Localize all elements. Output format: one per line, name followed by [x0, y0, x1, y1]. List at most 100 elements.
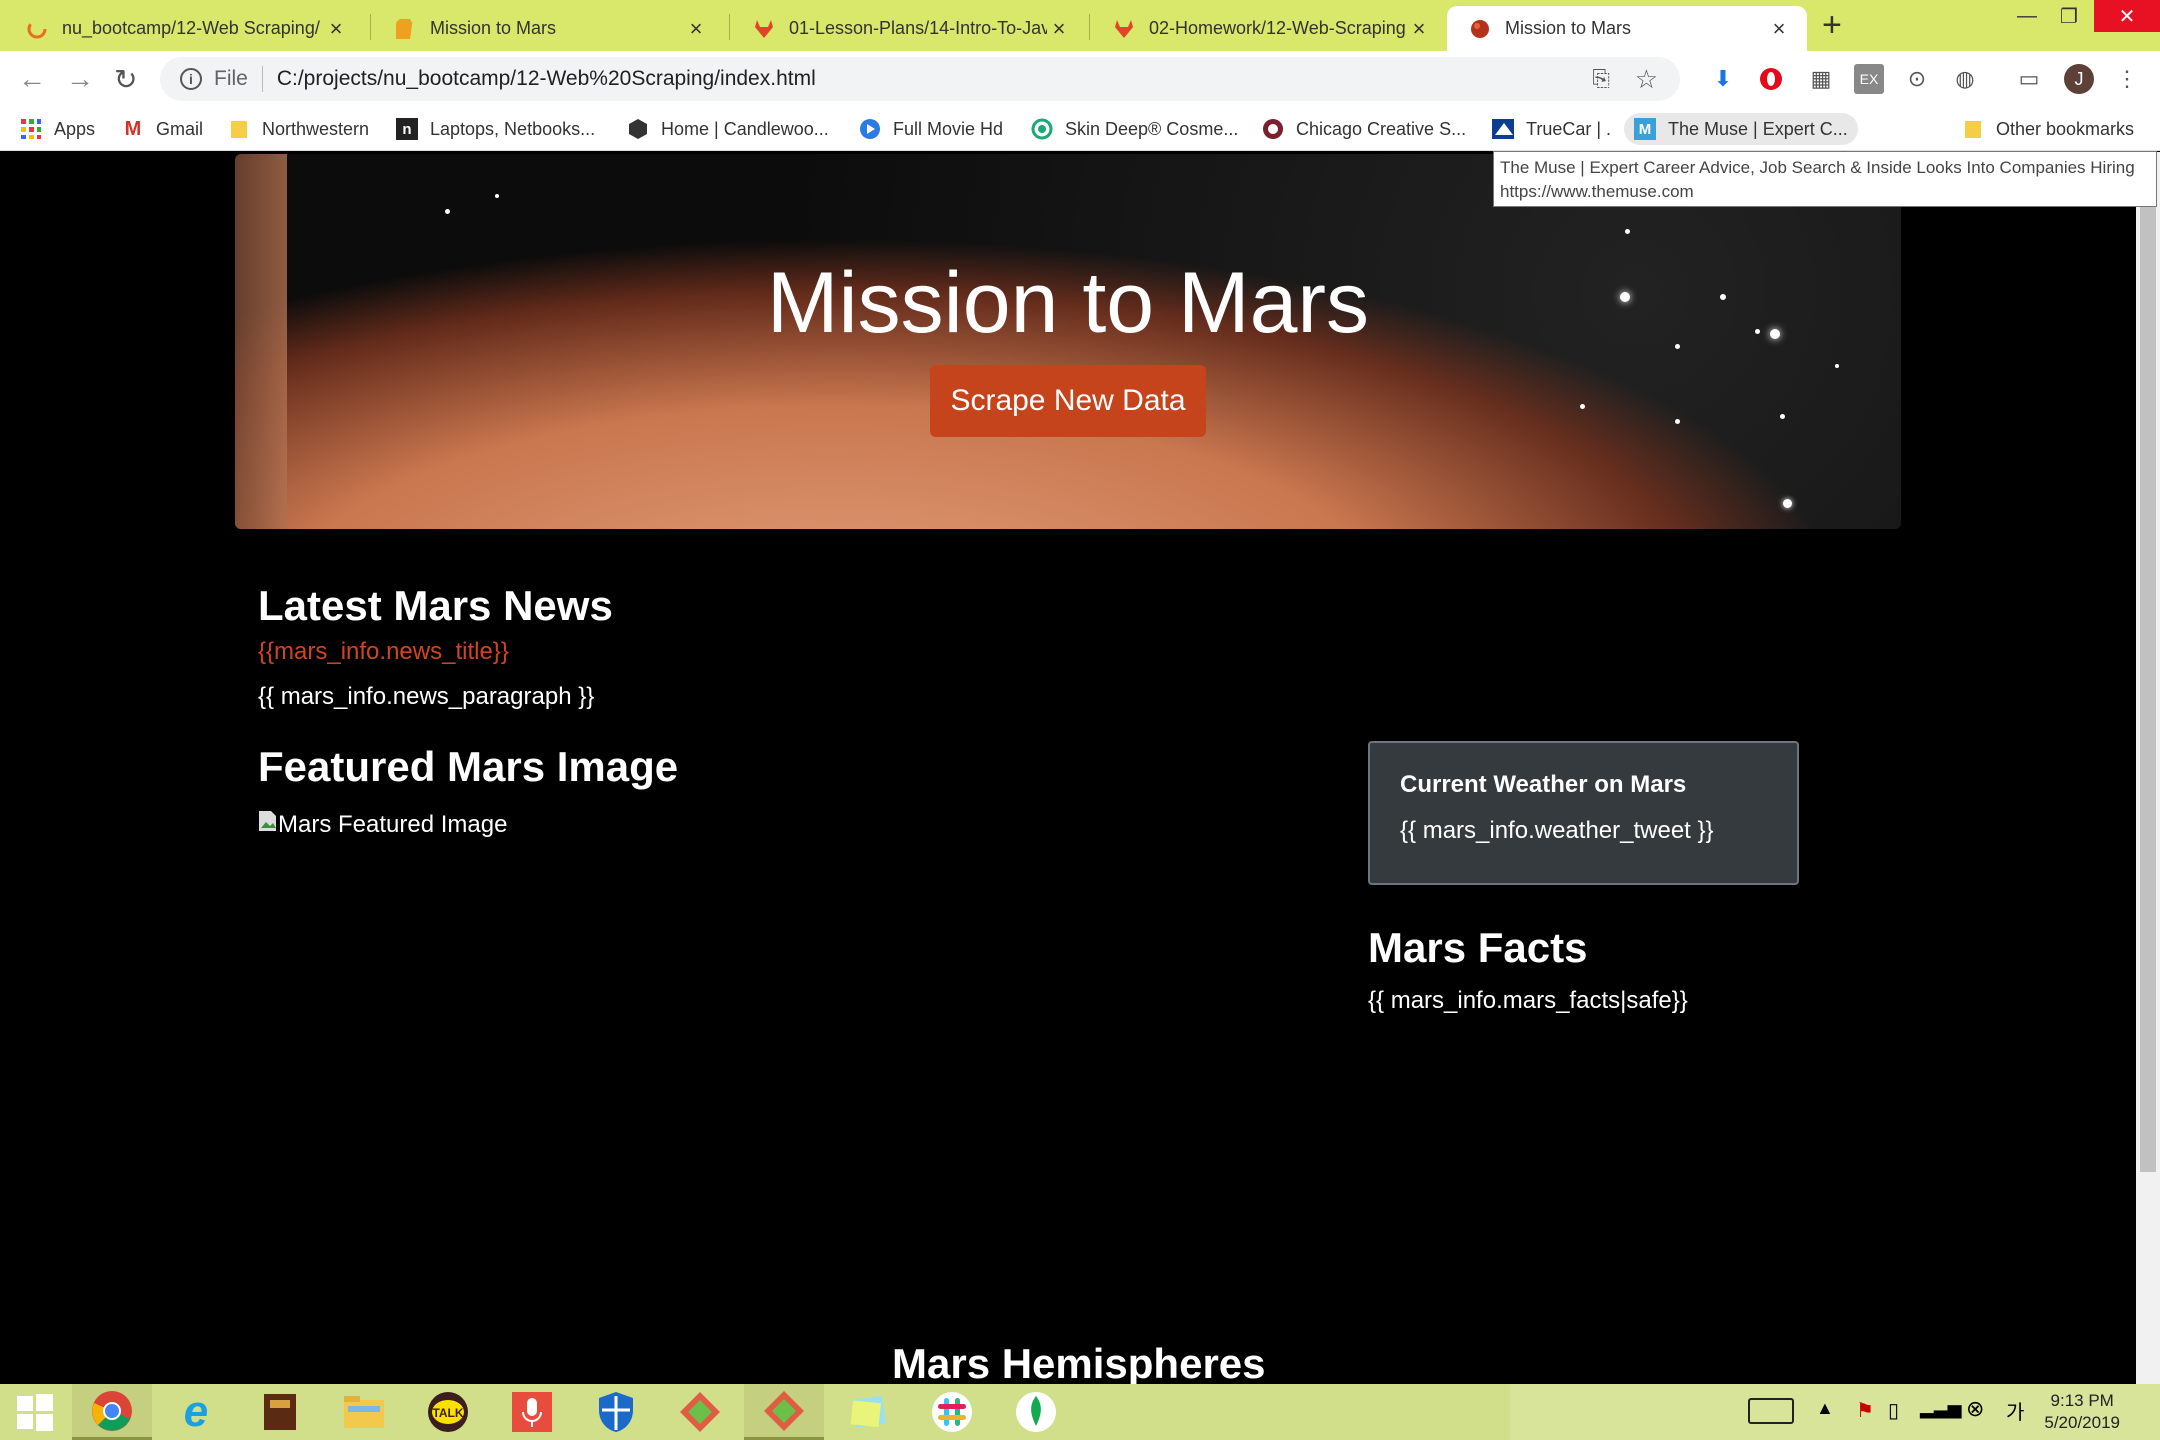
system-clock[interactable]: 9:13 PM 5/20/2019 [2044, 1390, 2120, 1434]
bookmark-apps[interactable]: Apps [20, 113, 95, 145]
tab-title: 02-Homework/12-Web-Scraping [1149, 18, 1406, 38]
page-scrollbar[interactable] [2136, 152, 2160, 1384]
muse-icon: M [1634, 118, 1656, 140]
chicago-icon [1262, 118, 1284, 140]
tooltip-url: https://www.themuse.com [1500, 182, 1694, 201]
bookmark-tooltip: The Muse | Expert Career Advice, Job Sea… [1493, 151, 2157, 207]
bookmark-skin-deep[interactable]: Skin Deep® Cosme... [1031, 113, 1238, 145]
weather-tweet: {{ mars_info.weather_tweet }} [1400, 817, 1714, 844]
battery-icon[interactable]: ▯ [1888, 1398, 1899, 1423]
volume-muted-icon[interactable]: ⊗ [1966, 1396, 1984, 1422]
tab-mission-to-mars-1[interactable]: Mission to Mars × [372, 6, 724, 51]
star [1835, 364, 1839, 368]
globe-extension-icon[interactable]: ◍ [1950, 64, 1980, 94]
ex-extension-icon[interactable]: EX [1854, 64, 1884, 94]
close-tab-icon[interactable]: × [1407, 16, 1431, 42]
defender-shield-icon[interactable] [576, 1384, 656, 1440]
address-bar[interactable]: i File C:/projects/nu_bootcamp/12-Web%20… [160, 57, 1680, 101]
bookmark-full-movie[interactable]: Full Movie Hd [859, 113, 1003, 145]
restore-icon[interactable]: ❐ [2040, 0, 2098, 32]
chrome-icon[interactable] [72, 1384, 152, 1440]
back-icon[interactable]: ← [18, 63, 46, 95]
tab-title: nu_bootcamp/12-Web Scraping/ [62, 18, 320, 38]
bookmark-star-icon[interactable]: ☆ [1635, 64, 1658, 95]
internet-explorer-icon[interactable]: e [156, 1384, 236, 1440]
file-explorer-icon[interactable] [324, 1384, 404, 1440]
action-center-flag-icon[interactable]: ⚑ [1856, 1398, 1874, 1423]
close-tab-icon[interactable]: × [324, 16, 348, 42]
folder-icon [1962, 118, 1984, 140]
windows-start-icon[interactable] [0, 1384, 70, 1440]
scrape-new-data-button[interactable]: Scrape New Data [930, 365, 1206, 437]
tab-lesson-plans[interactable]: 01-Lesson-Plans/14-Intro-To-Jav × [731, 6, 1087, 51]
git-app-icon[interactable] [660, 1384, 740, 1440]
close-tab-icon[interactable]: × [1047, 16, 1071, 42]
mongodb-icon[interactable] [996, 1384, 1076, 1440]
tab-title: 01-Lesson-Plans/14-Intro-To-Jav [789, 18, 1047, 38]
site-n-icon: n [396, 118, 418, 140]
tab-title: Mission to Mars [1505, 18, 1632, 38]
ime-icon[interactable]: 가 [2006, 1396, 2024, 1425]
bookmark-northwestern[interactable]: Northwestern [228, 113, 369, 145]
gmail-icon: M [124, 117, 142, 140]
download-extension-icon[interactable]: ⬇ [1708, 64, 1738, 94]
close-tab-icon[interactable]: × [1767, 16, 1791, 42]
browser-toolbar: ← → ↻ i File C:/projects/nu_bootcamp/12-… [0, 51, 2160, 107]
star [1675, 419, 1680, 424]
cube-icon [627, 118, 649, 140]
bookmark-chicago-creative[interactable]: Chicago Creative S... [1262, 113, 1466, 145]
code-extension-icon[interactable]: ⊙ [1902, 64, 1932, 94]
mars-facts-heading: Mars Facts [1368, 924, 1588, 971]
scrollbar-thumb[interactable] [2140, 172, 2156, 1172]
info-icon[interactable]: i [180, 68, 202, 90]
git-app-icon-2[interactable] [744, 1384, 824, 1440]
folder-icon [228, 118, 250, 140]
tab-nu-bootcamp[interactable]: nu_bootcamp/12-Web Scraping/ × [4, 6, 364, 51]
cast-icon[interactable]: ▭ [2014, 64, 2044, 94]
featured-image-alt: Mars Featured Image [278, 810, 508, 838]
profile-avatar[interactable]: J [2064, 64, 2094, 94]
book-app-icon[interactable] [240, 1384, 320, 1440]
address-divider [261, 66, 263, 92]
bookmarks-bar: Apps M Gmail Northwestern n Laptops, Netbo… [0, 107, 2160, 151]
close-tab-icon[interactable]: × [684, 16, 708, 42]
star [1783, 499, 1792, 508]
featured-image: Mars Featured Image [258, 810, 507, 839]
translate-icon[interactable]: ⎘ [1592, 66, 1610, 92]
bookmark-gmail[interactable]: M Gmail [122, 113, 203, 145]
slack-icon[interactable] [912, 1384, 992, 1440]
menu-icon[interactable]: ⋮ [2112, 64, 2142, 94]
gitlab-icon [753, 18, 775, 40]
tab-strip: nu_bootcamp/12-Web Scraping/ × Mission t… [0, 0, 2160, 51]
sticky-notes-icon[interactable] [828, 1384, 908, 1440]
bookmark-truecar[interactable]: TrueCar | . [1492, 113, 1611, 145]
network-signal-icon[interactable]: ▂▃▅ [1920, 1398, 1962, 1419]
extension-icon[interactable]: ▦ [1806, 64, 1836, 94]
system-tray: ▲ ⚑ ▯ ▂▃▅ ⊗ 가 9:13 PM 5/20/2019 [1510, 1384, 2160, 1440]
new-tab-button[interactable]: + [1822, 6, 1842, 45]
forward-icon[interactable]: → [66, 63, 94, 95]
latest-news-heading: Latest Mars News [258, 582, 613, 629]
weather-title: Current Weather on Mars [1400, 771, 1687, 798]
document-icon [394, 18, 416, 40]
url-text[interactable]: C:/projects/nu_bootcamp/12-Web%20Scrapin… [277, 67, 816, 91]
bookmark-laptops[interactable]: n Laptops, Netbooks... [396, 113, 595, 145]
show-hidden-icons[interactable]: ▲ [1816, 1398, 1834, 1419]
opera-extension-icon[interactable] [1756, 64, 1786, 94]
jumbotron: Mission to Mars Scrape New Data [235, 154, 1901, 529]
mars-icon [1469, 18, 1491, 40]
tab-title: Mission to Mars [430, 18, 557, 38]
kakaotalk-icon[interactable]: TALK [408, 1384, 488, 1440]
tab-mission-to-mars-active[interactable]: Mission to Mars × [1447, 6, 1807, 51]
close-window-icon[interactable]: ✕ [2094, 0, 2160, 32]
bookmark-the-muse[interactable]: M The Muse | Expert C... [1624, 113, 1858, 145]
tab-divider [370, 14, 371, 40]
broken-image-icon [258, 810, 278, 839]
keyboard-icon[interactable] [1748, 1398, 1794, 1424]
hemispheres-heading: Mars Hemispheres [892, 1340, 1266, 1384]
tab-homework[interactable]: 02-Homework/12-Web-Scraping × [1091, 6, 1447, 51]
voice-recorder-icon[interactable] [492, 1384, 572, 1440]
bookmark-candlewood[interactable]: Home | Candlewoo... [627, 113, 829, 145]
bookmark-other[interactable]: Other bookmarks [1962, 113, 2134, 145]
reload-icon[interactable]: ↻ [114, 63, 137, 96]
